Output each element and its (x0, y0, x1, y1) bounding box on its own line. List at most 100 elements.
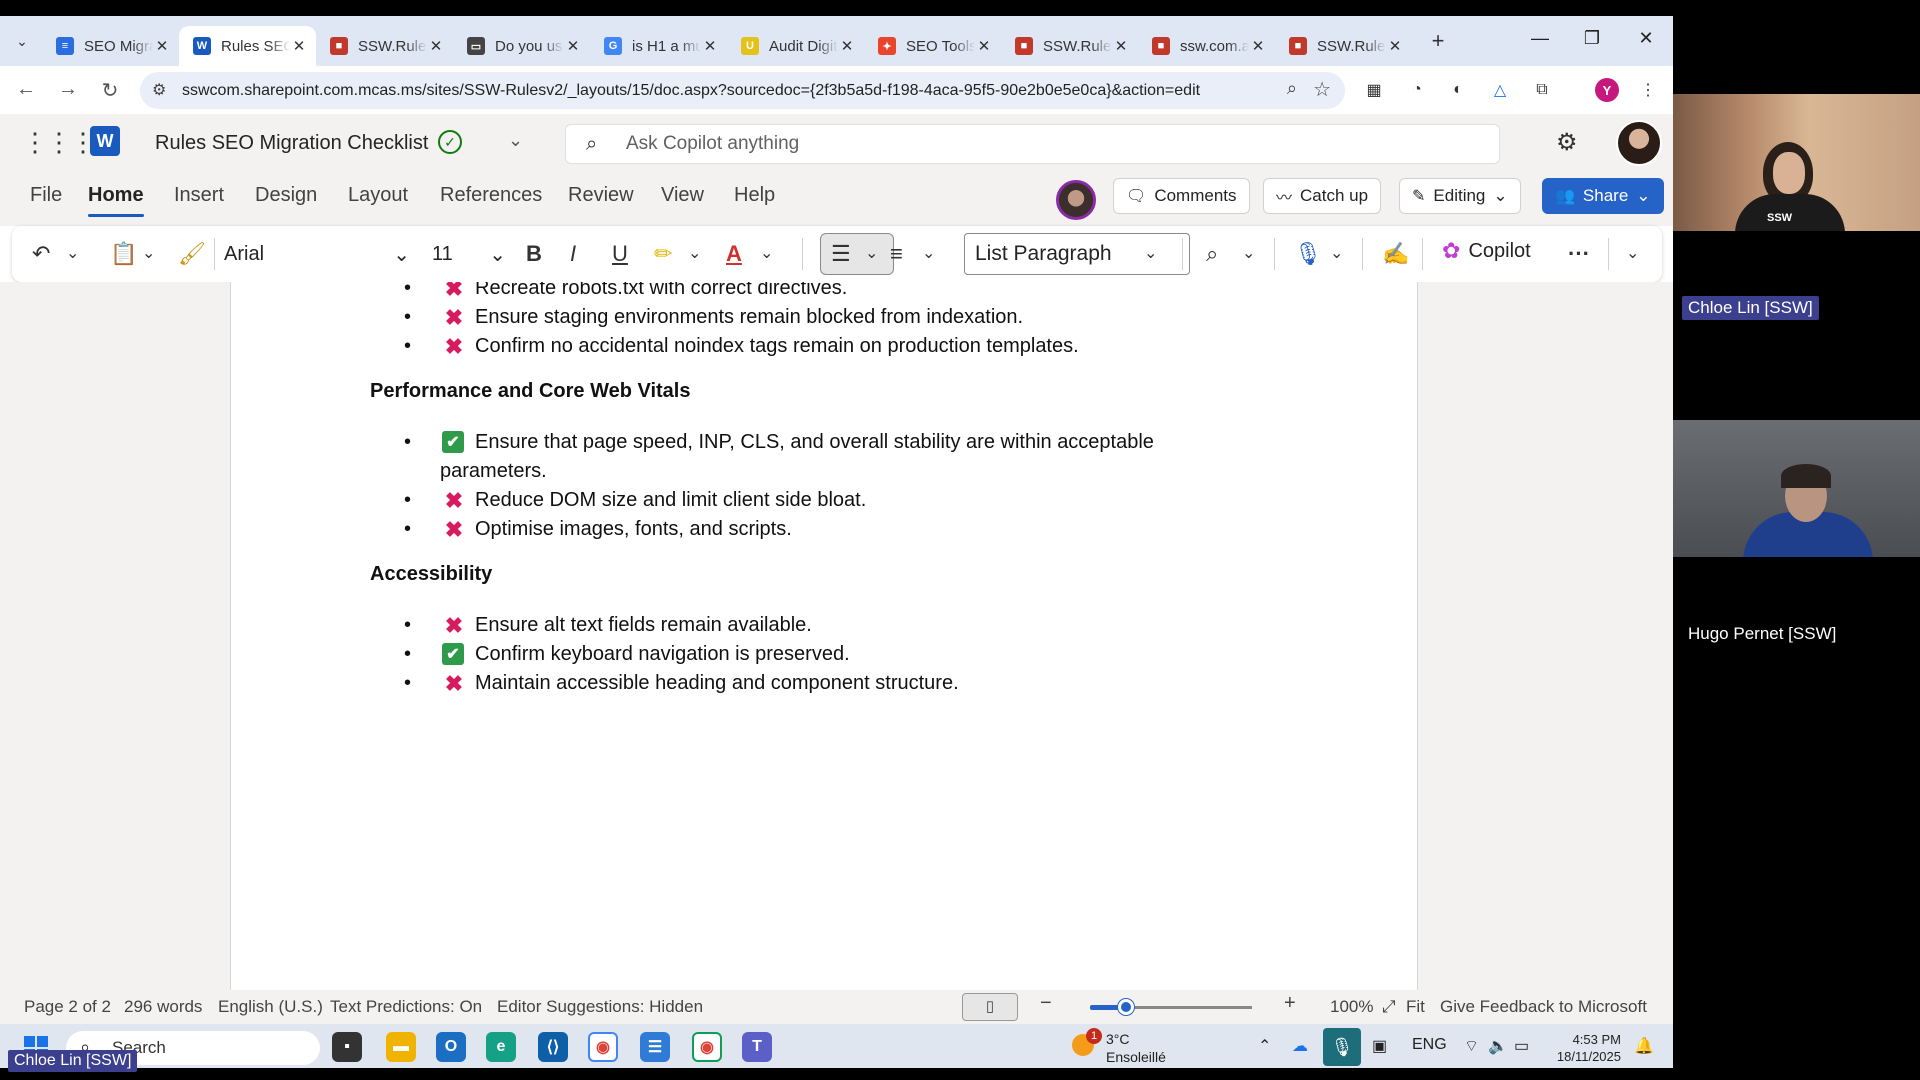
weather-widget[interactable]: 3°C Ensoleillé (1106, 1030, 1166, 1066)
zoom-slider-handle[interactable] (1118, 999, 1134, 1015)
chevron-down-icon[interactable]: ⌄ (1330, 240, 1343, 268)
app-launcher-icon[interactable]: ⋮⋮⋮ (22, 129, 96, 155)
editor-pen-icon[interactable]: ✍ (1382, 240, 1409, 268)
chevron-down-icon[interactable]: ⌄ (922, 240, 935, 268)
zoom-out-icon[interactable]: − (1040, 992, 1052, 1015)
font-size-select[interactable]: 11 ⌄ (432, 236, 510, 272)
tab-close-icon[interactable]: ✕ (1112, 37, 1130, 55)
coauthor-avatar[interactable] (1056, 180, 1096, 220)
browser-tab[interactable]: ■ ssw.com.au✕ (1138, 26, 1275, 66)
document-title[interactable]: Rules SEO Migration Checklist (155, 132, 428, 155)
language-status[interactable]: English (U.S.) (218, 997, 323, 1017)
font-name-select[interactable]: Arial ⌄ (224, 236, 420, 272)
copilot-button[interactable]: ✿ Copilot (1442, 238, 1531, 264)
find-search-icon[interactable]: ⌕ (1206, 240, 1218, 268)
tab-search-icon[interactable]: ⌄ (10, 29, 34, 53)
ribbon-tab-insert[interactable]: Insert (174, 184, 224, 207)
chevron-down-icon[interactable]: ⌄ (688, 240, 701, 268)
file-explorer-icon[interactable]: ▬ (386, 1032, 416, 1062)
volume-icon[interactable]: 🔈 (1488, 1036, 1508, 1056)
section-heading[interactable]: Performance and Core Web Vitals (370, 380, 690, 403)
ribbon-tab-references[interactable]: References (440, 184, 542, 207)
tab-close-icon[interactable]: ✕ (153, 37, 171, 55)
chevron-up-icon[interactable]: ⌃ (1258, 1036, 1271, 1056)
new-tab-button[interactable]: + (1420, 28, 1456, 54)
word-logo-icon[interactable]: W (90, 126, 120, 156)
editor-suggestions-status[interactable]: Editor Suggestions: Hidden (497, 997, 703, 1017)
forward-icon[interactable]: → (50, 78, 86, 101)
browser-tab[interactable]: ■ SSW.Rules ✕ (1275, 26, 1412, 66)
section-heading[interactable]: Accessibility (370, 563, 492, 586)
ribbon-tab-file[interactable]: File (30, 184, 62, 207)
page-view-icon[interactable]: ▯ (962, 993, 1018, 1021)
back-icon[interactable]: ← (8, 78, 44, 101)
profile-avatar[interactable]: Y (1595, 78, 1619, 102)
site-info-icon[interactable]: ⚙ (152, 80, 166, 100)
chevron-down-icon[interactable]: ⌄ (66, 240, 79, 268)
tab-close-icon[interactable]: ✕ (290, 37, 308, 55)
comments-button[interactable]: 🗨 Comments (1113, 178, 1250, 214)
teams-icon[interactable]: T (742, 1032, 772, 1062)
tab-close-icon[interactable]: ✕ (975, 37, 993, 55)
ribbon-tab-view[interactable]: View (661, 184, 704, 207)
chevron-down-icon[interactable]: ⌄ (760, 240, 773, 268)
fit-button[interactable]: Fit (1406, 997, 1425, 1017)
restore-icon[interactable]: ❐ (1572, 28, 1612, 49)
fit-icon[interactable]: ⤢ (1382, 997, 1396, 1017)
bullets-button[interactable]: ☰ ⌄ (820, 233, 894, 275)
tab-close-icon[interactable]: ✕ (701, 37, 719, 55)
task-view-icon[interactable]: ▪ (332, 1032, 362, 1062)
browser-tab[interactable]: ✦ SEO Tools ✕ (864, 26, 1001, 66)
browser-tab[interactable]: U Audit Digital✕ (727, 26, 864, 66)
close-window-icon[interactable]: ✕ (1626, 28, 1666, 49)
ribbon-tab-help[interactable]: Help (734, 184, 775, 207)
drive-icon[interactable]: △ (1488, 78, 1512, 102)
chevron-down-icon[interactable]: ⌄ (1242, 240, 1255, 268)
align-icon[interactable]: ≡ (890, 240, 903, 268)
menu-kebab-icon[interactable]: ⋮ (1636, 78, 1660, 102)
zoom-in-icon[interactable]: + (1284, 992, 1296, 1015)
zoom-level[interactable]: 100% (1330, 997, 1373, 1017)
collapse-ribbon-icon[interactable]: ⌄ (1626, 240, 1639, 268)
network-device-icon[interactable]: ▣ (1372, 1036, 1387, 1056)
underline-icon[interactable]: U (612, 240, 628, 268)
undo-icon[interactable]: ↶ (32, 240, 50, 268)
onedrive-icon[interactable]: ☁ (1292, 1036, 1308, 1056)
chrome-icon[interactable]: ◉ (588, 1032, 618, 1062)
share-button[interactable]: 👥 Share ⌄ (1542, 178, 1664, 214)
minimize-icon[interactable]: — (1520, 28, 1560, 49)
chevron-down-icon[interactable]: ⌄ (508, 130, 523, 151)
settings-gear-icon[interactable]: ⚙ (1556, 128, 1578, 157)
chevron-down-icon[interactable]: ⌄ (1144, 240, 1157, 268)
browser-tab[interactable]: ■ SSW.Rules ✕ (1001, 26, 1138, 66)
extensions-puzzle-icon[interactable]: ⧉ (1530, 78, 1554, 102)
font-color-icon[interactable]: A (726, 240, 742, 268)
browser-tab[interactable]: ■ SSW.Rules ✕ (316, 26, 453, 66)
reload-icon[interactable]: ↻ (92, 78, 128, 103)
tab-close-icon[interactable]: ✕ (1249, 37, 1267, 55)
outlook-icon[interactable]: O (436, 1032, 466, 1062)
participant-video-1[interactable]: SSW (1673, 94, 1920, 231)
ribbon-tab-design[interactable]: Design (255, 184, 317, 207)
participant-video-2[interactable] (1673, 420, 1920, 557)
ribbon-tab-review[interactable]: Review (568, 184, 634, 207)
chrome-profile-icon[interactable]: ◉ (692, 1032, 722, 1062)
zoom-icon[interactable]: ⌕ (1287, 78, 1297, 99)
catch-up-button[interactable]: 〰 Catch up (1263, 178, 1382, 214)
dictate-microphone-icon[interactable]: 🎙 (1294, 240, 1322, 268)
feedback-link[interactable]: Give Feedback to Microsoft (1440, 997, 1647, 1017)
browser-tab[interactable]: Gis H1 a must✕ (590, 26, 727, 66)
browser-tab[interactable]: W Rules SEO ✕ (179, 26, 316, 66)
ribbon-tab-home[interactable]: Home (88, 184, 144, 217)
extension-off-icon[interactable]: ◔ (1405, 78, 1429, 102)
bookmark-star-icon[interactable]: ☆ (1313, 77, 1331, 102)
browser-tab[interactable]: ▭ Do you use ✕ (453, 26, 590, 66)
edge-icon[interactable]: e (486, 1032, 516, 1062)
tab-close-icon[interactable]: ✕ (564, 37, 582, 55)
browser-tab[interactable]: ≡ SEO Migration✕ (42, 26, 179, 66)
notifications-icon[interactable]: 🔔 (1634, 1036, 1654, 1056)
extension-icon[interactable]: ▦ (1362, 78, 1386, 102)
format-painter-icon[interactable]: 🖌 (178, 240, 206, 268)
input-language[interactable]: ENG (1412, 1036, 1447, 1054)
clock[interactable]: 4:53 PM 18/11/2025 (1545, 1031, 1621, 1065)
